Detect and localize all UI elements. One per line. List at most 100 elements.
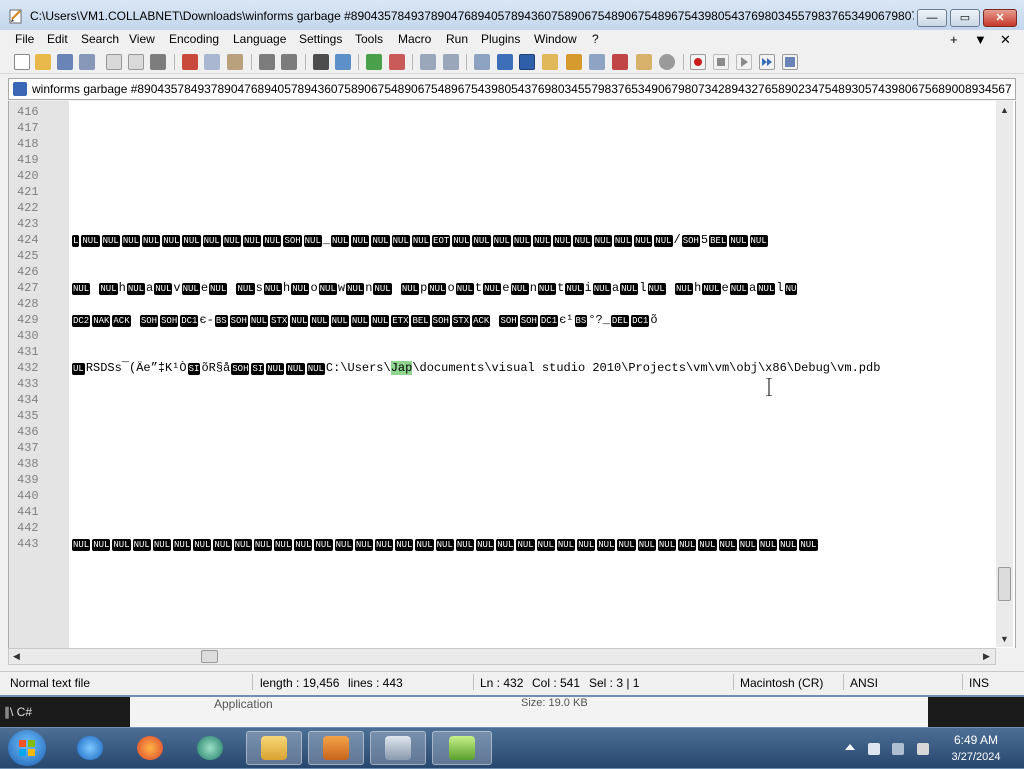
menu-settings[interactable]: Settings xyxy=(299,32,342,46)
menu-macro[interactable]: Macro xyxy=(398,32,431,46)
menu-language[interactable]: Language xyxy=(233,32,286,46)
taskbar-app[interactable] xyxy=(182,731,238,765)
menu-tools[interactable]: Tools xyxy=(355,32,383,46)
folder-icon[interactable] xyxy=(636,54,652,70)
horizontal-scrollbar[interactable]: ◀ ▶ xyxy=(8,648,996,665)
stop-macro-icon[interactable] xyxy=(713,54,729,70)
scroll-right-icon[interactable]: ▶ xyxy=(983,651,990,662)
status-insert-mode[interactable]: INS xyxy=(969,676,989,690)
status-eol-format[interactable]: Macintosh (CR) xyxy=(740,676,823,690)
control-char: NUL xyxy=(202,235,221,247)
undo-icon[interactable] xyxy=(259,54,275,70)
close-file-icon[interactable] xyxy=(106,54,122,70)
menu-window[interactable]: Window xyxy=(534,32,577,46)
tab-file[interactable]: winforms garbage #8904357849378904768940… xyxy=(32,82,1012,96)
close-all-icon[interactable] xyxy=(128,54,144,70)
editor-area[interactable]: 416 417 418 419 420 421 422 423 424 L NUL NUL NUL NUL… xyxy=(8,101,1016,648)
sync-horizontal-icon[interactable] xyxy=(443,54,459,70)
line-number: 426 xyxy=(17,265,39,279)
folder-workspace-icon[interactable] xyxy=(612,54,628,70)
tray-expand-icon[interactable] xyxy=(845,744,855,750)
taskbar-firefox[interactable] xyxy=(122,731,178,765)
monitoring-icon[interactable] xyxy=(659,54,675,70)
doc-map-icon[interactable] xyxy=(566,54,582,70)
menu-file[interactable]: File xyxy=(15,32,34,46)
code-line[interactable]: DC2 NAK ACK SOH SOH DC1 є- BS SOH NUL STX NUL NUL NU… xyxy=(71,313,995,327)
control-char: NUL xyxy=(496,539,515,551)
scroll-down-icon[interactable]: ▼ xyxy=(1000,634,1009,644)
scroll-left-icon[interactable]: ◀ xyxy=(13,651,20,662)
maximize-button[interactable]: ▭ xyxy=(950,9,980,27)
play-macro-icon[interactable] xyxy=(736,54,752,70)
taskbar-media[interactable] xyxy=(308,731,364,765)
zoom-in-icon[interactable] xyxy=(366,54,382,70)
horizontal-scroll-thumb[interactable] xyxy=(201,650,218,663)
new-tab-button[interactable]: + xyxy=(950,32,958,47)
taskbar-notepadpp[interactable] xyxy=(432,731,492,765)
vertical-scroll-thumb[interactable] xyxy=(998,567,1011,601)
find-icon[interactable] xyxy=(313,54,329,70)
menu-edit[interactable]: Edit xyxy=(47,32,68,46)
udl-icon[interactable] xyxy=(542,54,558,70)
cut-icon[interactable] xyxy=(182,54,198,70)
print-icon[interactable] xyxy=(150,54,166,70)
volume-muted-icon[interactable] xyxy=(917,743,929,755)
indent-guide-icon[interactable] xyxy=(519,54,535,70)
copy-icon[interactable] xyxy=(204,54,220,70)
replace-icon[interactable] xyxy=(335,54,351,70)
new-file-icon[interactable] xyxy=(14,54,30,70)
clock-time[interactable]: 6:49 AM xyxy=(948,733,1004,747)
zoom-out-icon[interactable] xyxy=(389,54,405,70)
status-encoding[interactable]: ANSI xyxy=(850,676,878,690)
code-text: õR§å xyxy=(201,361,231,375)
control-char: NUL xyxy=(101,235,120,247)
word-wrap-icon[interactable] xyxy=(474,54,490,70)
redo-icon[interactable] xyxy=(281,54,297,70)
record-macro-icon[interactable] xyxy=(690,54,706,70)
control-char: NUL xyxy=(99,283,118,295)
close-tab-button[interactable]: ✕ xyxy=(1000,32,1011,48)
taskbar-windows[interactable] xyxy=(370,731,426,765)
menu-search[interactable]: Search xyxy=(81,32,119,46)
status-column: Col : 541 xyxy=(532,676,581,690)
scroll-up-icon[interactable]: ▲ xyxy=(1000,105,1009,115)
network-icon[interactable] xyxy=(892,743,904,755)
menu-help[interactable]: ? xyxy=(592,32,599,46)
open-file-icon[interactable] xyxy=(35,54,51,70)
sync-vertical-icon[interactable] xyxy=(420,54,436,70)
paste-icon[interactable] xyxy=(227,54,243,70)
save-all-icon[interactable] xyxy=(79,54,95,70)
code-line[interactable]: NUL NUL h NUL a NUL v NUL e NUL NUL s NUL h NUL o NUL w… xyxy=(71,281,995,295)
save-macro-icon[interactable] xyxy=(782,54,798,70)
control-char: NUL xyxy=(318,283,337,295)
menu-plugins[interactable]: Plugins xyxy=(481,32,520,46)
taskbar-explorer[interactable] xyxy=(246,731,302,765)
close-button[interactable]: ✕ xyxy=(983,9,1017,27)
code-line[interactable]: NUL NUL NUL NUL NUL NUL NUL NUL NUL NUL NUL NUL NUL N… xyxy=(71,537,995,551)
control-char: NU xyxy=(784,283,798,295)
code-text: w xyxy=(337,281,346,295)
title-bar[interactable]: C:\Users\VM1.COLLABNET\Downloads\winform… xyxy=(0,0,1024,30)
clock-date[interactable]: 3/27/2024 xyxy=(944,751,1008,763)
function-list-icon[interactable] xyxy=(589,54,605,70)
control-char: NUL xyxy=(613,235,633,247)
minimize-button[interactable]: — xyxy=(917,9,947,27)
menu-encoding[interactable]: Encoding xyxy=(169,32,219,46)
tab-list-button[interactable]: ▼ xyxy=(974,32,987,47)
code-line[interactable]: UL RSDSs¯(Äe”‡K¹Ò SI õR§å SOH SI NUL NUL NUL C:\U… xyxy=(71,361,995,375)
toolbar-separator xyxy=(251,54,252,70)
control-char: NUL xyxy=(373,283,392,295)
run-macro-multiple-icon[interactable] xyxy=(759,54,775,70)
toolbar xyxy=(0,50,1024,74)
save-icon[interactable] xyxy=(57,54,73,70)
taskbar-ie[interactable] xyxy=(62,731,118,765)
menu-run[interactable]: Run xyxy=(446,32,468,46)
show-all-chars-icon[interactable] xyxy=(497,54,513,70)
flag-icon[interactable] xyxy=(868,743,880,755)
control-char: NUL xyxy=(758,539,778,551)
start-button[interactable] xyxy=(8,730,46,766)
menu-view[interactable]: View xyxy=(129,32,155,46)
code-text: a xyxy=(611,281,620,295)
code-line[interactable]: L NUL NUL NUL NUL NUL NUL NUL NUL NUL NUL SOH NUL _ NU… xyxy=(71,233,995,247)
vertical-scrollbar[interactable]: ▲ ▼ xyxy=(996,101,1013,647)
